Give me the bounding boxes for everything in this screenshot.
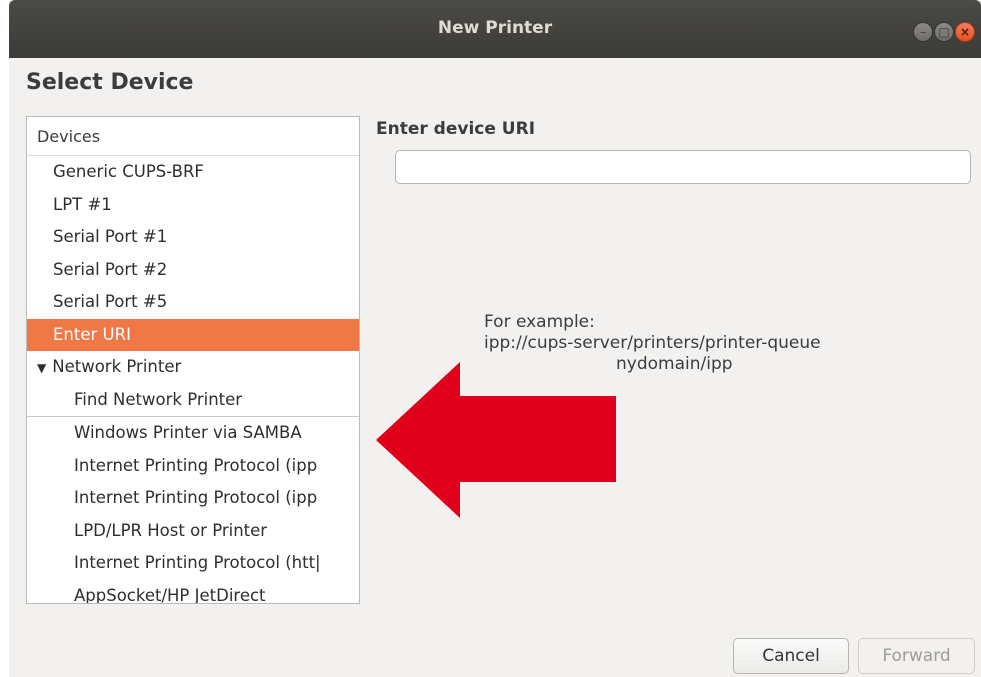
expander-triangle-icon[interactable]: ▼ (37, 352, 46, 384)
device-list[interactable]: Devices Generic CUPS-BRF LPT #1 Serial P… (26, 116, 360, 604)
maximize-icon[interactable]: □ (934, 22, 954, 42)
device-item-find-network-printer[interactable]: Find Network Printer (27, 384, 359, 417)
device-item-appsocket[interactable]: AppSocket/HP JetDirect (27, 580, 359, 604)
device-item-serial-port-1[interactable]: Serial Port #1 (27, 221, 359, 254)
device-uri-label: Enter device URI (376, 119, 536, 139)
new-printer-window: New Printer – □ × Select Device Devices … (9, 0, 981, 677)
device-item-serial-port-2[interactable]: Serial Port #2 (27, 254, 359, 287)
device-item-ipp-2[interactable]: Internet Printing Protocol (ipp (27, 482, 359, 515)
example-line-1: For example: (484, 312, 595, 332)
title-bar[interactable]: New Printer – □ × (9, 0, 981, 58)
cancel-button[interactable]: Cancel (733, 638, 849, 674)
forward-button[interactable]: Forward (858, 638, 975, 674)
device-item-lpt1[interactable]: LPT #1 (27, 189, 359, 222)
window-title: New Printer (437, 18, 553, 38)
device-item-generic-cups-brf[interactable]: Generic CUPS-BRF (27, 156, 359, 189)
page-heading: Select Device (26, 70, 194, 95)
close-icon[interactable]: × (955, 22, 975, 42)
device-category-network-printer[interactable]: ▼ Network Printer (27, 351, 359, 384)
device-item-serial-port-5[interactable]: Serial Port #5 (27, 286, 359, 319)
minimize-icon[interactable]: – (913, 22, 933, 42)
device-item-ipp-1[interactable]: Internet Printing Protocol (ipp (27, 450, 359, 483)
device-item-ipp-http[interactable]: Internet Printing Protocol (htt| (27, 547, 359, 580)
device-uri-input[interactable] (395, 150, 971, 184)
red-arrow-icon (376, 362, 616, 518)
device-list-header[interactable]: Devices (27, 117, 359, 156)
device-item-enter-uri[interactable]: Enter URI (27, 318, 359, 351)
device-item-lpd-lpr[interactable]: LPD/LPR Host or Printer (27, 515, 359, 548)
device-item-windows-samba[interactable]: Windows Printer via SAMBA (27, 417, 359, 450)
example-line-2: ipp://cups-server/printers/printer-queue (484, 333, 821, 353)
network-printer-label: Network Printer (52, 357, 182, 376)
